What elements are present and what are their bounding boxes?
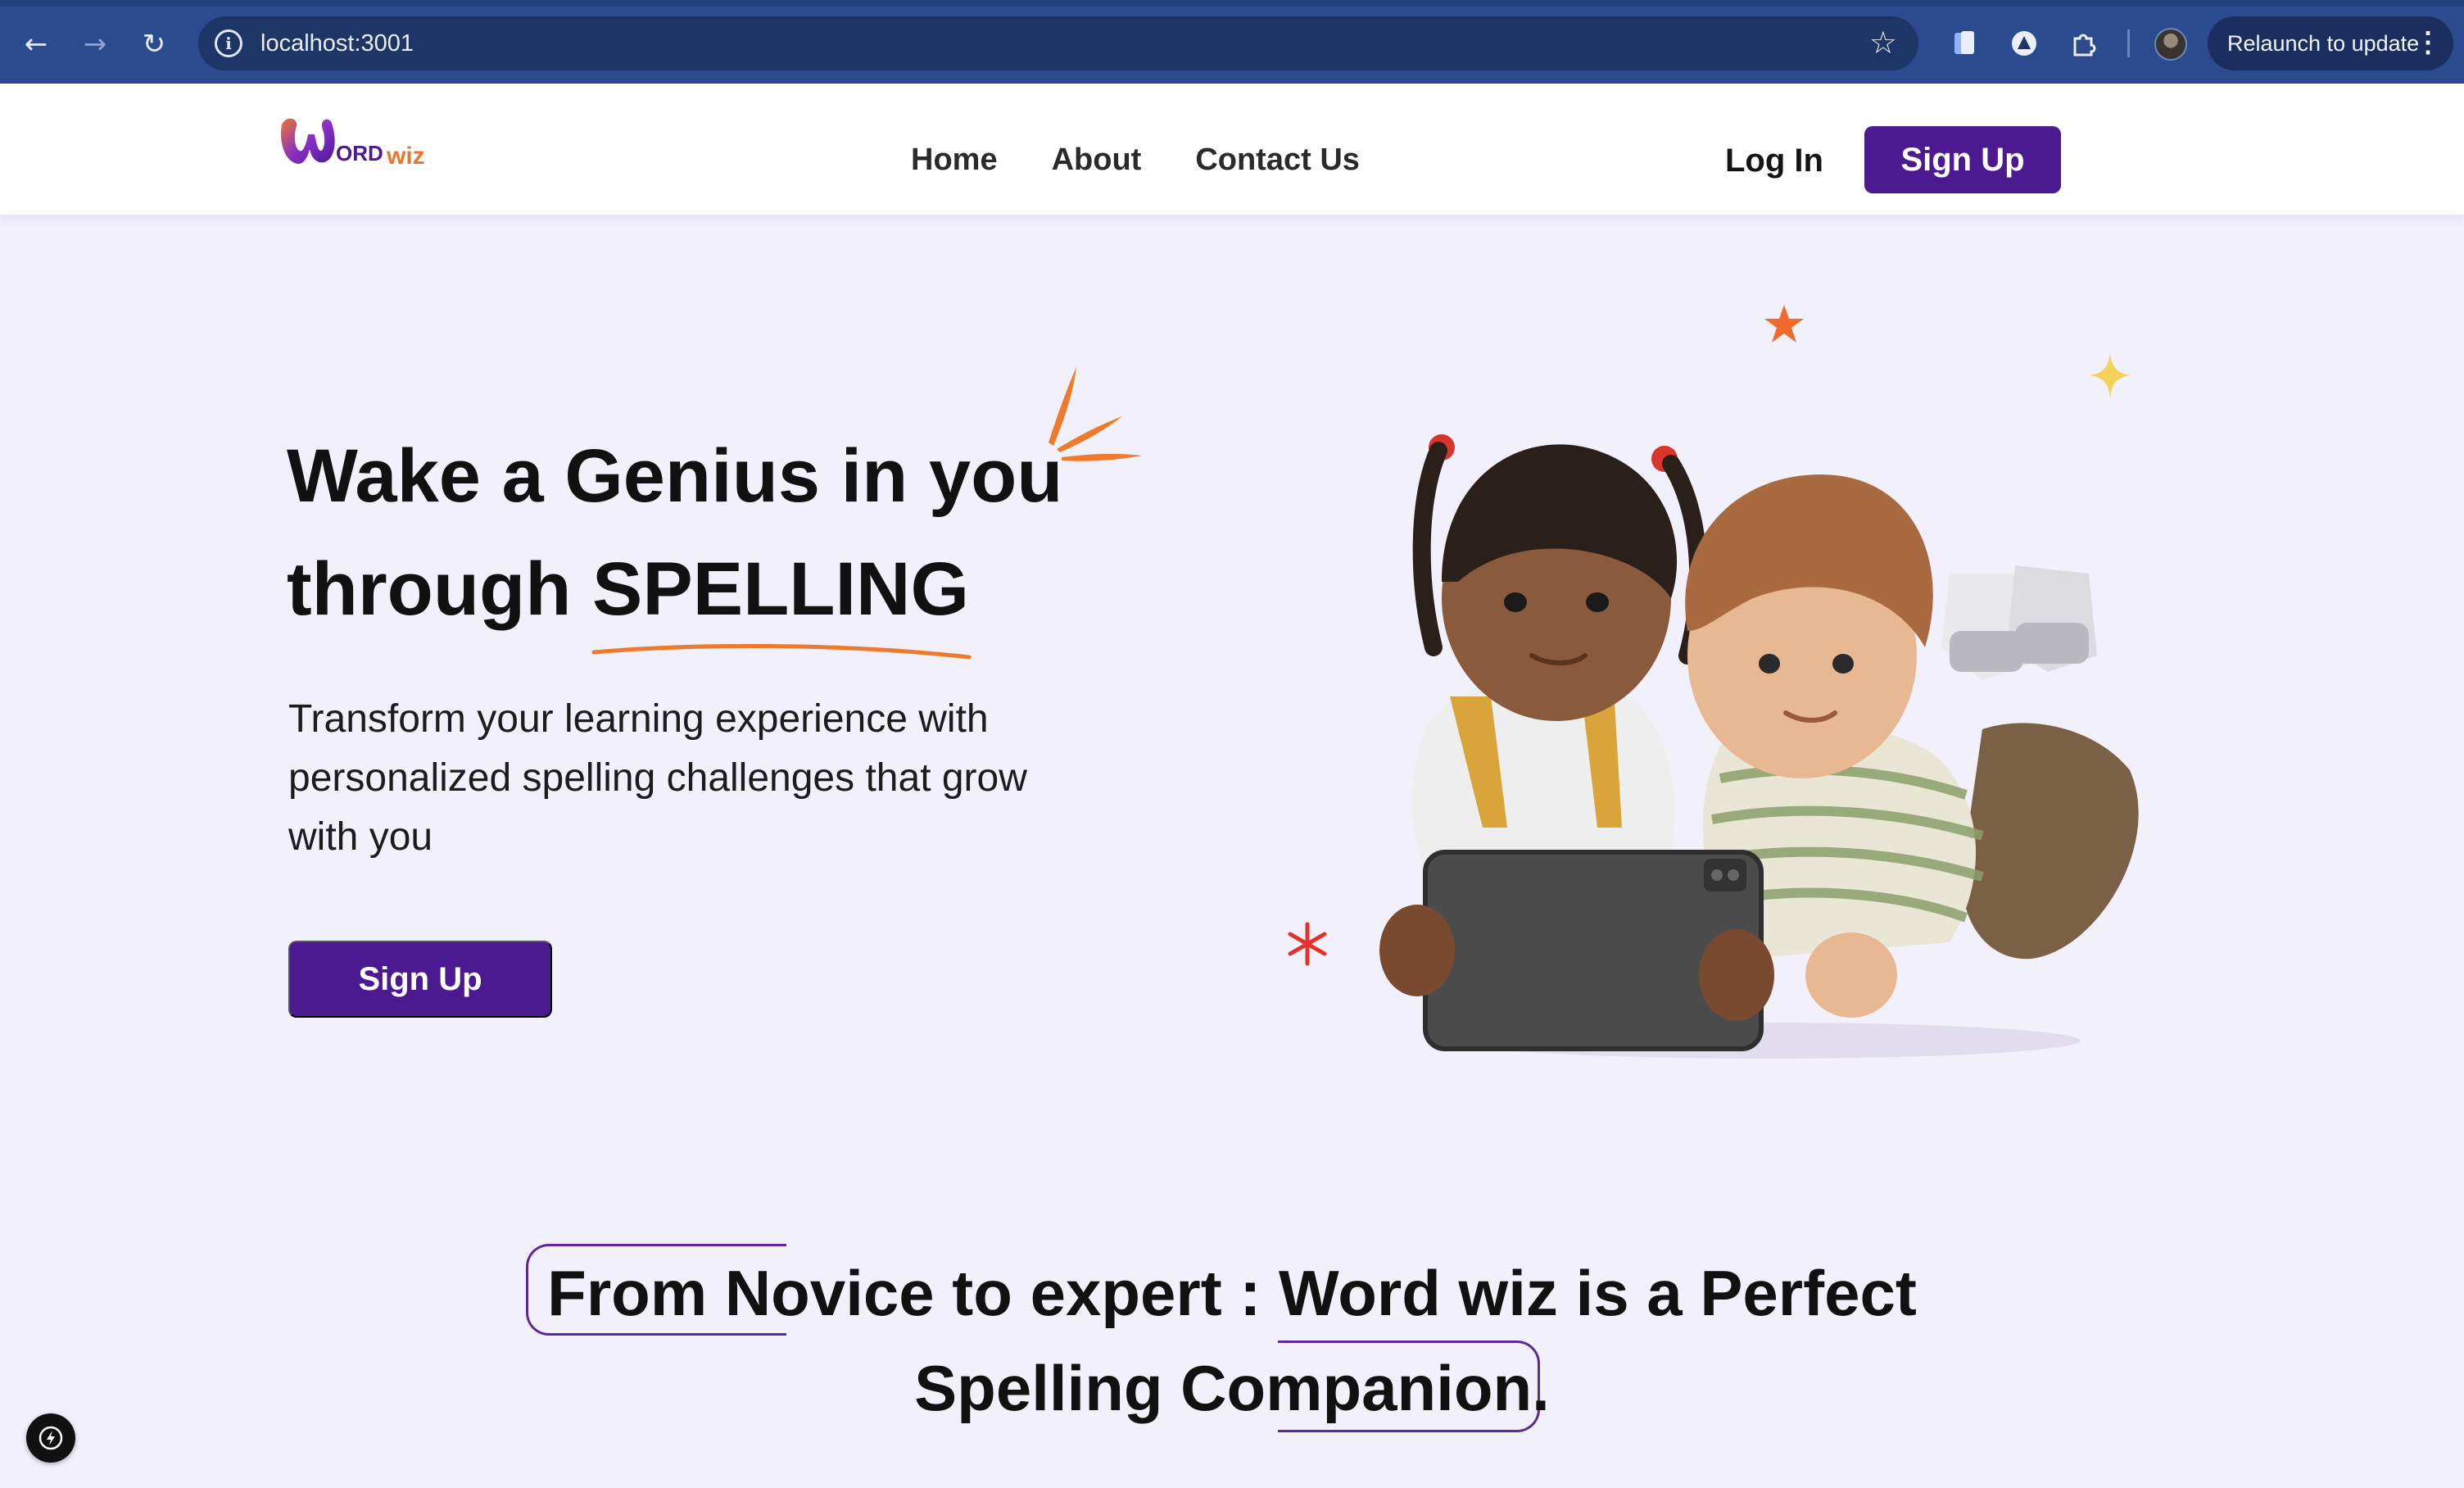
- header-signup-button[interactable]: Sign Up: [1864, 126, 2061, 193]
- triangle-extension-icon[interactable]: [2007, 26, 2041, 61]
- toolbar-divider: [2127, 29, 2130, 57]
- main-nav: Home About Contact Us: [911, 143, 1360, 178]
- relaunch-label: Relaunch to update: [2227, 30, 2420, 56]
- back-icon[interactable]: ←: [16, 25, 56, 64]
- svg-text:wiz: wiz: [386, 143, 425, 170]
- kids-with-tablet-illustration: [1379, 434, 2139, 1059]
- docs-extension-icon[interactable]: [1948, 26, 1982, 61]
- orange-underline-decoration: [591, 643, 972, 660]
- hero-title-prefix: through: [287, 547, 592, 631]
- site-header: ORD wiz Home About Contact Us Log In Sig…: [0, 84, 2464, 215]
- forward-icon[interactable]: →: [75, 25, 115, 64]
- hero-title-accent-text: SPELLING: [592, 547, 970, 631]
- profile-avatar[interactable]: [2154, 28, 2187, 61]
- section-heading-line-2: Spelling Companion.: [914, 1352, 1550, 1424]
- section-heading-line-1: From Novice to expert : Word wiz is a Pe…: [547, 1257, 1917, 1329]
- tab-strip-edge: [0, 0, 2464, 7]
- extensions-puzzle-icon[interactable]: [2066, 26, 2100, 61]
- nextjs-dev-indicator-icon[interactable]: [26, 1413, 75, 1463]
- sparkle-rays-decoration: [1049, 367, 1142, 461]
- hero-title-accent: SPELLING: [591, 533, 972, 660]
- nav-contact-us[interactable]: Contact Us: [1195, 143, 1360, 178]
- address-bar[interactable]: i localhost:3001 ☆: [198, 16, 1918, 70]
- hero-title-line-2: through SPELLING: [287, 533, 1188, 660]
- browser-toolbar: ← → ↻ i localhost:3001 ☆ Relaunch to upd…: [0, 0, 2464, 84]
- orange-star-icon: [1764, 305, 1804, 343]
- companion-section-heading: From Novice to expert : Word wiz is a Pe…: [0, 1245, 2464, 1436]
- wordwiz-logo[interactable]: ORD wiz: [277, 110, 433, 175]
- relaunch-button[interactable]: Relaunch to update ⋮: [2208, 16, 2453, 70]
- menu-icon[interactable]: ⋮: [2414, 26, 2442, 59]
- hero-subtitle: Transform your learning experience with …: [288, 697, 1027, 859]
- login-link[interactable]: Log In: [1725, 143, 1823, 179]
- nav-about[interactable]: About: [1052, 143, 1142, 178]
- bookmark-star-icon[interactable]: ☆: [1869, 25, 1897, 61]
- svg-text:ORD: ORD: [336, 141, 383, 166]
- red-asterisk-icon: [1288, 922, 1327, 966]
- nav-home[interactable]: Home: [911, 143, 998, 178]
- hero-signup-button[interactable]: Sign Up: [288, 941, 552, 1018]
- site-info-icon[interactable]: i: [215, 29, 242, 57]
- reload-icon[interactable]: ↻: [134, 25, 174, 64]
- address-url[interactable]: localhost:3001: [260, 30, 414, 57]
